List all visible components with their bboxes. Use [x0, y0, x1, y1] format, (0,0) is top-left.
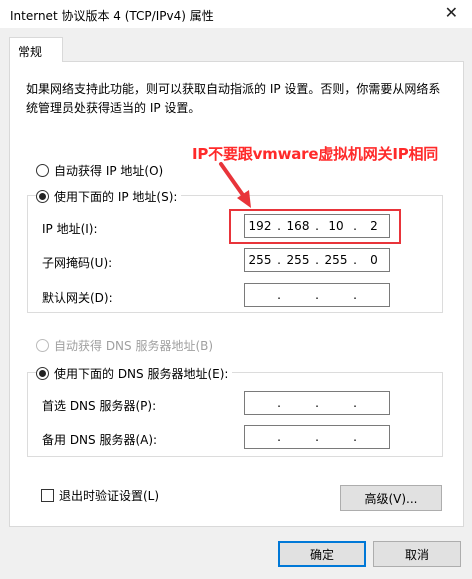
- window-title: Internet 协议版本 4 (TCP/IPv4) 属性: [10, 9, 214, 23]
- ip-address-label: IP 地址(I):: [42, 222, 98, 236]
- gateway-label: 默认网关(D):: [42, 291, 113, 305]
- radio-manual-dns-label: 使用下面的 DNS 服务器地址(E):: [54, 367, 229, 381]
- adns-dot: .: [315, 430, 319, 444]
- subnet-mask-input[interactable]: 255. 255. 255. 0: [244, 248, 390, 272]
- gateway-dot: .: [277, 288, 281, 302]
- preferred-dns-label: 首选 DNS 服务器(P):: [42, 399, 157, 413]
- tab-general-label: 常规: [18, 45, 43, 59]
- radio-auto-ip[interactable]: 自动获得 IP 地址(O): [36, 162, 163, 179]
- radio-manual-dns-icon[interactable]: [36, 367, 49, 380]
- adns-dot: .: [277, 430, 281, 444]
- pdns-dot: .: [353, 396, 357, 410]
- mask-octet-2: 255: [286, 253, 310, 267]
- pdns-dot: .: [315, 396, 319, 410]
- radio-auto-dns-icon: [36, 339, 49, 352]
- adns-dot: .: [353, 430, 357, 444]
- tab-general[interactable]: 常规: [9, 37, 63, 62]
- radio-manual-ip-icon[interactable]: [36, 190, 49, 203]
- validate-settings-checkbox[interactable]: 退出时验证设置(L): [41, 487, 159, 504]
- gateway-input[interactable]: . . .: [244, 283, 390, 307]
- radio-auto-dns-label: 自动获得 DNS 服务器地址(B): [54, 339, 214, 353]
- title-bar: Internet 协议版本 4 (TCP/IPv4) 属性 ✕: [0, 0, 472, 28]
- mask-dot: .: [353, 253, 357, 267]
- checkbox-icon[interactable]: [41, 489, 54, 502]
- radio-auto-ip-icon[interactable]: [36, 164, 49, 177]
- validate-settings-label: 退出时验证设置(L): [59, 489, 160, 503]
- advanced-button[interactable]: 高级(V)...: [340, 485, 442, 511]
- subnet-mask-label: 子网掩码(U):: [42, 256, 113, 270]
- alternate-dns-input[interactable]: . . .: [244, 425, 390, 449]
- mask-dot: .: [277, 253, 281, 267]
- radio-manual-ip[interactable]: 使用下面的 IP 地址(S):: [36, 188, 182, 205]
- ok-button[interactable]: 确定: [278, 541, 366, 567]
- radio-manual-ip-label: 使用下面的 IP 地址(S):: [54, 190, 178, 204]
- annotation-arrow-icon: [219, 162, 251, 208]
- gateway-dot: .: [353, 288, 357, 302]
- radio-manual-dns[interactable]: 使用下面的 DNS 服务器地址(E):: [36, 365, 233, 382]
- mask-dot: .: [315, 253, 319, 267]
- close-icon[interactable]: ✕: [445, 3, 458, 23]
- cancel-button[interactable]: 取消: [373, 541, 461, 567]
- radio-auto-ip-label: 自动获得 IP 地址(O): [54, 164, 164, 178]
- mask-octet-4: 0: [370, 253, 378, 267]
- mask-octet-3: 255: [324, 253, 348, 267]
- gateway-dot: .: [315, 288, 319, 302]
- alternate-dns-label: 备用 DNS 服务器(A):: [42, 433, 158, 447]
- highlight-box: [229, 209, 401, 244]
- preferred-dns-input[interactable]: . . .: [244, 391, 390, 415]
- mask-octet-1: 255: [248, 253, 272, 267]
- pdns-dot: .: [277, 396, 281, 410]
- description-text: 如果网络支持此功能，则可以获取自动指派的 IP 设置。否则，你需要从网络系统管理…: [26, 82, 441, 115]
- radio-auto-dns: 自动获得 DNS 服务器地址(B): [36, 337, 213, 354]
